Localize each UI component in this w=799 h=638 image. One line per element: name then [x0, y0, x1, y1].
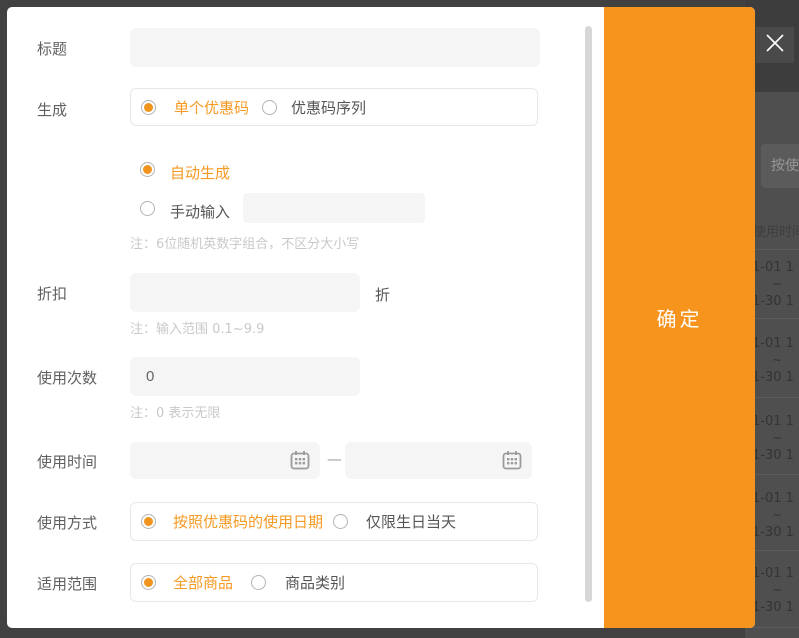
scope-option-group: 全部商品 商品类别	[130, 563, 538, 602]
radio-manual-input[interactable]	[140, 201, 155, 216]
radio-birthday-only-label[interactable]: 仅限生日当天	[366, 511, 456, 532]
radio-product-category[interactable]	[251, 575, 266, 590]
divider	[745, 627, 799, 628]
usage-mode-option-group: 按照优惠码的使用日期 仅限生日当天	[130, 502, 538, 541]
generate-option-group: 单个优惠码 优惠码序列	[130, 88, 538, 126]
manual-code-input[interactable]	[243, 193, 425, 223]
radio-single-coupon-label[interactable]: 单个优惠码	[174, 97, 249, 118]
radio-auto-generate-label[interactable]: 自动生成	[170, 162, 230, 183]
usage-time-label: 使用时间	[37, 451, 97, 472]
radio-manual-input-label[interactable]: 手动输入	[170, 201, 230, 222]
scope-label: 适用范围	[37, 573, 97, 594]
title-label: 标题	[37, 38, 67, 59]
background-table-header: 使用时间	[753, 221, 799, 240]
usage-mode-label: 使用方式	[37, 512, 97, 533]
coupon-dialog-screen: 按使 使用时间 1-01 1 ~ 1-30 1 1-01 1 ~ 1-30 1 …	[0, 0, 799, 638]
close-icon	[764, 32, 786, 58]
discount-input[interactable]	[130, 273, 360, 312]
radio-by-coupon-date[interactable]	[141, 514, 156, 529]
radio-coupon-series[interactable]	[262, 100, 277, 115]
usage-count-input[interactable]	[130, 357, 360, 396]
title-input[interactable]	[130, 28, 540, 67]
radio-product-category-label[interactable]: 商品类别	[285, 572, 345, 593]
radio-single-coupon[interactable]	[141, 100, 156, 115]
modal-scrollbar[interactable]	[585, 26, 592, 602]
generate-note: 注：6位随机英数字组合，不区分大小写	[130, 233, 359, 252]
discount-label: 折扣	[37, 283, 67, 304]
coupon-dialog: 标题 生成 单个优惠码 优惠码序列 自动生成 手动输入 注：6位随机英数字组合，…	[7, 7, 755, 628]
radio-birthday-only[interactable]	[333, 514, 348, 529]
radio-coupon-series-label[interactable]: 优惠码序列	[291, 97, 366, 118]
usage-count-label: 使用次数	[37, 367, 97, 388]
confirm-button-label: 确定	[657, 303, 703, 332]
radio-auto-generate[interactable]	[140, 162, 155, 177]
start-date-picker[interactable]	[130, 442, 320, 479]
generate-label: 生成	[37, 99, 67, 120]
radio-all-products-label[interactable]: 全部商品	[173, 572, 233, 593]
confirm-button[interactable]: 确定	[604, 7, 755, 628]
discount-note: 注：输入范围 0.1~9.9	[130, 318, 264, 337]
background-filter-button[interactable]: 按使	[761, 144, 799, 188]
usage-count-note: 注：0 表示无限	[130, 402, 220, 421]
date-range-dash: —	[327, 450, 342, 468]
radio-all-products[interactable]	[141, 575, 156, 590]
end-date-picker[interactable]	[345, 442, 532, 479]
radio-by-coupon-date-label[interactable]: 按照优惠码的使用日期	[173, 511, 323, 532]
discount-unit: 折	[375, 284, 390, 305]
close-button[interactable]	[756, 27, 794, 63]
